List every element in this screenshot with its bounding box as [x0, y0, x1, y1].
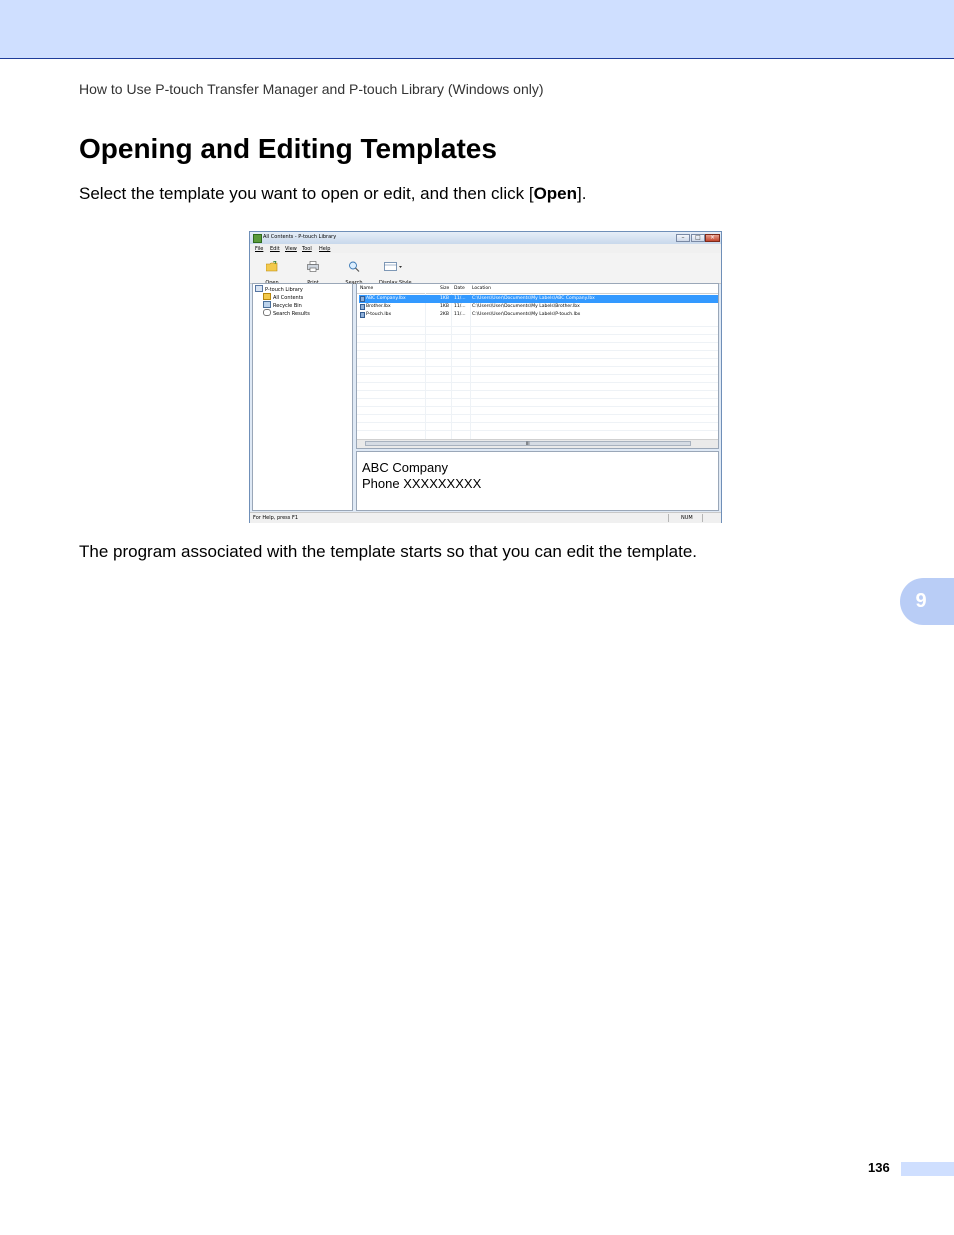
grid-line	[357, 334, 718, 335]
grid-line	[357, 414, 718, 415]
table-row[interactable]: Brother.lbx 1KB 11/... C:\Users\User\Doc…	[359, 303, 718, 311]
maximize-icon: □	[695, 234, 701, 241]
row-name: P-touch.lbx	[366, 312, 392, 317]
row-location: C:\Users\User\Documents\My Labels\ABC Co…	[472, 296, 595, 301]
recycle-bin-icon	[263, 301, 271, 308]
status-num: NUM	[681, 515, 693, 521]
label-file-icon	[360, 312, 365, 318]
menu-file[interactable]: File	[255, 246, 263, 252]
page-number-bar	[901, 1162, 954, 1176]
scroll-grip-icon: III	[526, 441, 530, 446]
display-style-button[interactable]: Display Style	[379, 257, 412, 286]
menu-edit[interactable]: Edit	[270, 246, 280, 252]
row-date: 11/...	[454, 296, 466, 301]
tree-item-ptouch-library[interactable]: P-touch Library	[255, 285, 303, 293]
library-icon	[255, 285, 263, 292]
grid-line	[357, 342, 718, 343]
folder-open-icon	[265, 260, 278, 272]
page-number: 136	[868, 1160, 890, 1175]
chapter-tab: 9	[900, 578, 954, 625]
grid-line	[357, 422, 718, 423]
grid-line	[357, 374, 718, 375]
table-row[interactable]: P-touch.lbx 2KB 11/... C:\Users\User\Doc…	[359, 311, 718, 319]
close-button[interactable]: ×	[705, 234, 720, 242]
scrollbar-thumb[interactable]: III	[365, 441, 691, 446]
table-row[interactable]: ABC Company.lbx 1KB 11/... C:\Users\User…	[359, 295, 718, 303]
minimize-button[interactable]: –	[676, 234, 690, 242]
status-bar: For Help, press F1 NUM	[250, 512, 721, 523]
search-results-icon	[263, 309, 271, 316]
grid-line	[357, 358, 718, 359]
column-header-location[interactable]: Location	[472, 286, 491, 291]
running-header: How to Use P-touch Transfer Manager and …	[79, 81, 544, 97]
open-button[interactable]: Open	[257, 257, 287, 286]
menu-bar: File Edit View Tool Help	[250, 244, 721, 253]
menu-help[interactable]: Help	[319, 246, 330, 252]
tree-item-label: Search Results	[273, 311, 310, 317]
column-header-date[interactable]: Date	[454, 286, 465, 291]
close-icon: ×	[709, 234, 716, 241]
minimize-icon: –	[681, 234, 685, 241]
preview-line-phone: Phone XXXXXXXXX	[362, 476, 482, 491]
grid-line	[357, 366, 718, 367]
label-file-icon	[360, 296, 365, 302]
row-size: 1KB	[440, 296, 449, 301]
preview-line-company: ABC Company	[362, 460, 448, 475]
intro-text-before: Select the template you want to open or …	[79, 184, 534, 203]
row-location: C:\Users\User\Documents\My Labels\P-touc…	[472, 312, 581, 317]
template-preview: ABC Company Phone XXXXXXXXX	[356, 451, 719, 511]
row-size: 1KB	[440, 304, 449, 309]
window-title: All Contents - P-touch Library	[263, 234, 337, 240]
grid-line	[357, 382, 718, 383]
library-tree: P-touch Library All Contents Recycle Bin…	[252, 283, 353, 511]
file-list-header: Name Size Date Location	[357, 284, 718, 294]
magnifier-icon	[349, 261, 360, 272]
row-location: C:\Users\User\Documents\My Labels\Brothe…	[472, 304, 580, 309]
menu-tool[interactable]: Tool	[302, 246, 312, 252]
toolbar: Open Print Search Display Style	[250, 253, 721, 286]
grid-line	[357, 350, 718, 351]
status-separator	[702, 514, 703, 522]
printer-icon	[307, 261, 319, 272]
folder-icon	[263, 293, 271, 300]
status-separator	[668, 514, 669, 522]
ptouch-library-window: All Contents - P-touch Library – □ × Fil…	[249, 231, 722, 523]
intro-paragraph: Select the template you want to open or …	[79, 184, 586, 204]
intro-open-bold: Open	[533, 184, 578, 203]
file-list: Name Size Date Location ABC Company.lbx …	[356, 283, 719, 449]
row-date: 11/...	[454, 312, 466, 317]
top-header-band	[0, 0, 954, 59]
window-title-bar[interactable]: All Contents - P-touch Library – □ ×	[250, 232, 721, 244]
column-header-name[interactable]: Name	[360, 286, 373, 291]
grid-line	[357, 406, 718, 407]
search-button[interactable]: Search	[339, 257, 369, 286]
menu-view[interactable]: View	[285, 246, 297, 252]
grid-line	[357, 390, 718, 391]
display-style-icon	[384, 262, 402, 271]
print-button[interactable]: Print	[298, 257, 328, 286]
row-name: Brother.lbx	[366, 304, 391, 309]
app-icon	[253, 234, 262, 243]
grid-line	[357, 430, 718, 431]
page-title: Opening and Editing Templates	[79, 133, 497, 164]
maximize-button[interactable]: □	[691, 234, 705, 242]
row-size: 2KB	[440, 312, 449, 317]
tree-item-all-contents[interactable]: All Contents	[263, 293, 303, 301]
grid-line	[357, 326, 718, 327]
tree-item-search-results[interactable]: Search Results	[263, 309, 310, 317]
row-date: 11/...	[454, 304, 466, 309]
row-name: ABC Company.lbx	[366, 296, 406, 301]
label-file-icon	[360, 304, 365, 310]
outro-paragraph: The program associated with the template…	[79, 542, 697, 561]
grid-line	[357, 398, 718, 399]
column-header-size[interactable]: Size	[440, 286, 449, 291]
status-help-text: For Help, press F1	[253, 515, 299, 521]
tree-item-recycle-bin[interactable]: Recycle Bin	[263, 301, 302, 309]
horizontal-scrollbar[interactable]: III	[357, 439, 718, 448]
intro-text-after: ].	[577, 184, 587, 203]
